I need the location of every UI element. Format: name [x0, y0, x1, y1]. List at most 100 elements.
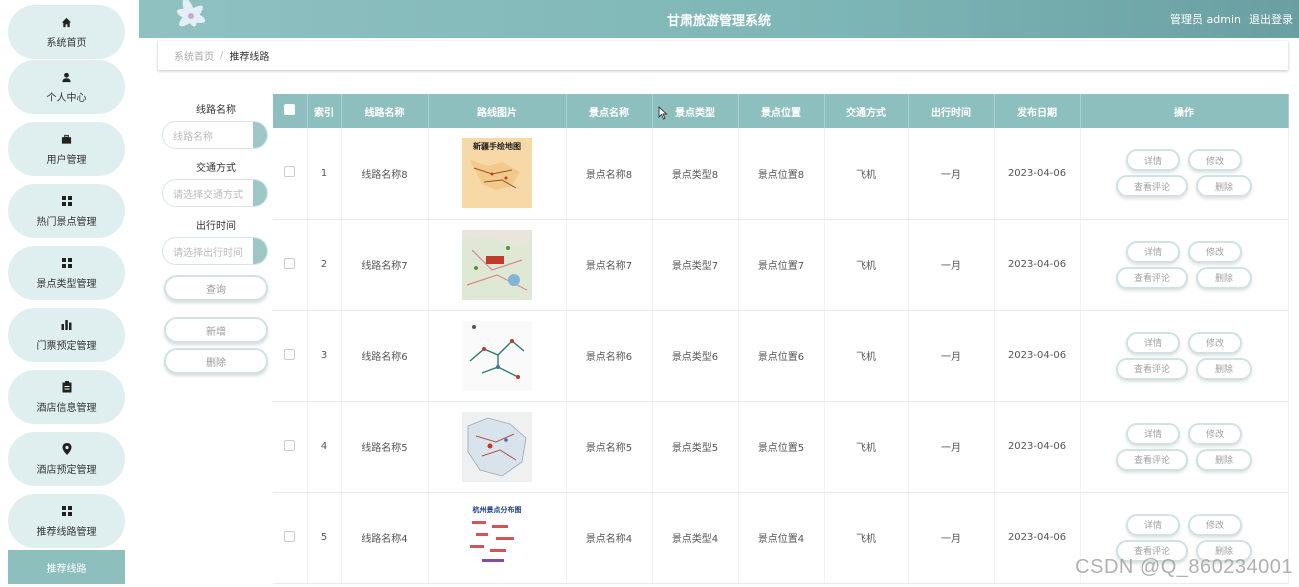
cell-spot-type: 景点类型6 [652, 310, 739, 402]
table-header-row: 索引 线路名称 路线图片 景点名称 景点类型 景点位置 交通方式 出行时间 发布… [273, 94, 1289, 128]
cell-spot-location: 景点位置8 [738, 128, 825, 220]
sidebar-item-label: 门票预定管理 [36, 341, 97, 352]
sidebar-item-route-mgmt[interactable]: 推荐线路管理 [8, 494, 125, 548]
sidebar-item-home[interactable]: 系统首页 [8, 5, 125, 59]
cell-spot-location: 景点位置7 [738, 219, 825, 311]
sidebar-item-hot-spots[interactable]: 热门景点管理 [8, 184, 125, 238]
sidebar-item-label: 热门景点管理 [36, 217, 97, 228]
sidebar-item-spot-types[interactable]: 景点类型管理 [8, 246, 125, 300]
cell-spot-name: 景点名称4 [566, 492, 653, 584]
table-row: 1 线路名称8 新疆手绘地图 景点名称8 景点类型8 景点位置8 飞机 一月 2… [273, 128, 1289, 220]
view-comments-button[interactable]: 查看评论 [1116, 175, 1188, 198]
cell-publish-date: 2023-04-06 [994, 492, 1081, 584]
sidebar: 系统首页 个人中心 用户管理 热门景点管理 景点类型管理 门票预定管理 酒店信息… [0, 0, 133, 587]
departure-select[interactable]: 请选择出行时间 [162, 237, 268, 265]
cell-route-name: 线路名称8 [341, 128, 429, 220]
cell-transport: 飞机 [824, 492, 909, 584]
top-header: 甘肃旅游管理系统 管理员 admin 退出登录 [139, 0, 1299, 38]
edit-button[interactable]: 修改 [1188, 422, 1242, 445]
route-name-label: 线路名称 [196, 105, 236, 116]
mouse-cursor-icon [658, 106, 668, 120]
breadcrumb: 系统首页 / 推荐线路 [158, 41, 1288, 70]
user-icon [60, 70, 74, 84]
cell-actions: 详情 修改 查看评论 删除 [1080, 310, 1289, 402]
cell-route-image: 杭州景点分布图 [428, 492, 567, 584]
transport-select[interactable]: 请选择交通方式 [162, 179, 268, 207]
edit-button[interactable]: 修改 [1188, 331, 1242, 354]
sidebar-subitem-recommended-routes[interactable]: 推荐线路 [8, 550, 125, 584]
sidebar-item-profile[interactable]: 个人中心 [8, 60, 125, 114]
breadcrumb-home[interactable]: 系统首页 [174, 48, 214, 63]
detail-button[interactable]: 详情 [1126, 240, 1180, 263]
sidebar-item-hotel-info[interactable]: 酒店信息管理 [8, 370, 125, 424]
grid-icon [60, 504, 74, 518]
batch-delete-button[interactable]: 删除 [164, 348, 268, 374]
row-checkbox[interactable] [284, 439, 296, 451]
cell-spot-type: 景点类型4 [652, 492, 739, 584]
route-map-image[interactable] [462, 229, 532, 300]
sidebar-item-label: 酒店预定管理 [36, 465, 97, 476]
edit-button[interactable]: 修改 [1188, 513, 1242, 536]
departure-placeholder: 请选择出行时间 [173, 247, 243, 259]
cell-departure: 一月 [908, 401, 995, 493]
route-map-image[interactable] [462, 411, 532, 482]
detail-button[interactable]: 详情 [1126, 422, 1180, 445]
delete-button[interactable]: 删除 [1196, 175, 1252, 198]
select-all-checkbox[interactable] [284, 104, 296, 115]
detail-button[interactable]: 详情 [1126, 331, 1180, 354]
row-checkbox[interactable] [284, 348, 296, 360]
delete-button[interactable]: 删除 [1196, 448, 1252, 471]
edit-button[interactable]: 修改 [1188, 149, 1242, 172]
sidebar-item-ticket-booking[interactable]: 门票预定管理 [8, 308, 125, 362]
col-departure: 出行时间 [908, 94, 995, 128]
query-button[interactable]: 查询 [164, 275, 268, 301]
cell-route-image: 新疆手绘地图 [428, 128, 567, 220]
sidebar-item-users[interactable]: 用户管理 [8, 122, 125, 176]
delete-button[interactable]: 删除 [1196, 266, 1252, 289]
bar-chart-icon [60, 318, 74, 332]
cell-publish-date: 2023-04-06 [994, 128, 1081, 220]
view-comments-button[interactable]: 查看评论 [1116, 357, 1188, 380]
route-name-input[interactable]: 线路名称 [162, 121, 268, 149]
table-row: 3 线路名称6 景点名称6 景点类型6 景点位置6 飞机 一月 2023-04-… [273, 310, 1289, 402]
select-all-cell[interactable] [273, 94, 308, 128]
delete-button[interactable]: 删除 [1196, 357, 1252, 380]
col-route-image: 路线图片 [428, 94, 567, 128]
breadcrumb-current: 推荐线路 [229, 52, 270, 63]
cell-transport: 飞机 [824, 401, 909, 493]
detail-button[interactable]: 详情 [1126, 149, 1180, 172]
cell-departure: 一月 [908, 492, 995, 584]
view-comments-button[interactable]: 查看评论 [1116, 448, 1188, 471]
route-map-image[interactable] [462, 320, 532, 391]
cell-route-image [428, 401, 567, 493]
cell-actions: 详情 修改 查看评论 删除 [1080, 219, 1289, 311]
cell-index: 5 [307, 492, 342, 584]
row-checkbox[interactable] [284, 257, 296, 269]
row-checkbox[interactable] [284, 166, 296, 178]
sidebar-item-hotel-booking[interactable]: 酒店预定管理 [8, 432, 125, 486]
sidebar-item-label: 个人中心 [46, 93, 87, 104]
table-row: 2 线路名称7 景点名称7 景点类型7 景点位置7 飞机 一月 2023-04-… [273, 219, 1289, 311]
cell-transport: 飞机 [824, 310, 909, 402]
route-table: 索引 线路名称 路线图片 景点名称 景点类型 景点位置 交通方式 出行时间 发布… [273, 94, 1289, 584]
row-checkbox[interactable] [284, 530, 296, 542]
cell-index: 1 [307, 128, 342, 220]
col-transport: 交通方式 [824, 94, 909, 128]
cell-route-name: 线路名称7 [341, 219, 429, 311]
cell-departure: 一月 [908, 128, 995, 220]
cell-transport: 飞机 [824, 219, 909, 311]
edit-button[interactable]: 修改 [1188, 240, 1242, 263]
breadcrumb-separator: / [220, 50, 224, 61]
cell-route-name: 线路名称4 [341, 492, 429, 584]
detail-button[interactable]: 详情 [1126, 513, 1180, 536]
sidebar-item-label: 系统首页 [46, 38, 87, 49]
sidebar-item-label: 酒店信息管理 [36, 403, 97, 414]
add-button[interactable]: 新增 [164, 317, 268, 343]
route-map-image[interactable]: 新疆手绘地图 [462, 138, 532, 209]
cell-actions: 详情 修改 查看评论 删除 [1080, 401, 1289, 493]
transport-placeholder: 请选择交通方式 [173, 189, 243, 201]
logout-link[interactable]: 退出登录 [1249, 11, 1293, 27]
route-map-image[interactable]: 杭州景点分布图 [462, 502, 532, 573]
cell-route-name: 线路名称6 [341, 310, 429, 402]
view-comments-button[interactable]: 查看评论 [1116, 266, 1188, 289]
